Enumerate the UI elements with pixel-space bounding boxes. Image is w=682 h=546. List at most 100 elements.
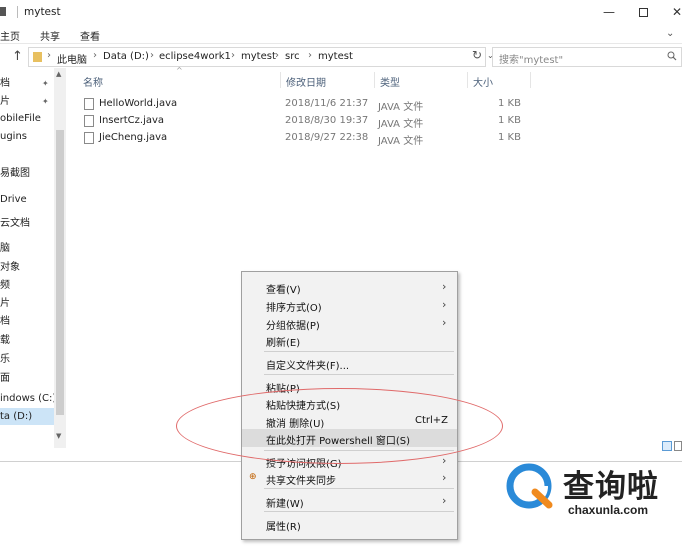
crumb-mytest[interactable]: mytest [241,51,276,62]
nav-item[interactable]: 面 [0,370,54,387]
refresh-button[interactable]: ↻ [472,48,482,62]
maximize-icon [638,8,648,17]
menu-item-label: 分组依据(P) [266,321,320,332]
file-type: JAVA 文件 [378,119,424,130]
close-button[interactable]: ✕ [660,2,682,22]
tab-share[interactable]: 共享 [40,28,60,43]
large-icons-view-button[interactable] [674,441,682,451]
folder-icon [33,52,42,62]
nav-item[interactable]: 频 [0,277,54,294]
column-divider[interactable] [530,72,531,88]
menu-item-customize-folder[interactable]: 自定义文件夹(F)... [242,354,457,372]
search-input[interactable]: 搜索"mytest" [492,47,682,67]
window-title: mytest [24,6,61,18]
scroll-up-icon[interactable]: ▲ [56,70,61,78]
nav-item[interactable]: 脑 [0,240,54,257]
column-header-name[interactable]: 名称 [83,74,103,89]
menu-item-label: 自定义文件夹(F)... [266,361,350,372]
menu-separator [264,511,454,512]
nav-item[interactable]: 对象 [0,259,54,276]
column-divider[interactable] [280,72,281,88]
nav-item-label: 对象 [0,262,20,273]
ribbon-expand-icon[interactable]: ⌄ [666,28,674,39]
crumb-src[interactable]: src [285,51,300,62]
nav-item[interactable]: 载 [0,332,54,349]
crumb-data-drive[interactable]: Data (D:) [103,51,149,62]
nav-item-label: obileFile [0,113,41,124]
address-bar: ↑ › 此电脑 › Data (D:) › eclipse4work1 › my… [0,46,682,68]
nav-item-label: ugins [0,131,28,142]
menu-item-sort-by[interactable]: 排序方式(O) › [242,296,457,314]
nav-item-label: 易截图 [0,168,30,179]
nav-item[interactable]: ta (D:) [0,408,54,425]
search-placeholder: 搜索"mytest" [499,55,564,66]
file-name: InsertCz.java [99,115,165,126]
menu-item-sync-folder[interactable]: ⊕ 共享文件夹同步 › [242,469,457,487]
file-date: 2018/11/6 21:37 [285,98,369,109]
nav-item[interactable]: Drive [0,191,54,208]
nav-item-label: 频 [0,280,10,291]
menu-item-refresh[interactable]: 刷新(E) [242,331,457,349]
menu-item-label: 属性(R) [266,522,301,533]
crumb-this-pc[interactable]: 此电脑 [57,51,87,66]
maximize-button[interactable] [626,2,660,22]
crumb-mytest-current[interactable]: mytest [318,51,353,62]
up-button[interactable]: ↑ [12,49,23,64]
minimize-button[interactable]: — [592,2,626,22]
title-bar: mytest — ✕ [0,0,682,24]
pin-icon[interactable]: ✦ [42,75,49,92]
tab-home[interactable]: 主页 [0,28,20,43]
crumb-eclipse4work1[interactable]: eclipse4work1 [159,51,231,62]
scroll-down-icon[interactable]: ▼ [56,432,61,440]
menu-item-new[interactable]: 新建(W) › [242,492,457,510]
nav-item[interactable]: 档 ✦ [0,75,54,92]
nav-item-label: 片 [0,298,10,309]
crumb-separator: › [150,50,154,61]
pin-icon[interactable]: ✦ [42,93,49,110]
breadcrumb[interactable]: › 此电脑 › Data (D:) › eclipse4work1 › myte… [28,47,494,67]
logo-mark-icon [506,463,553,509]
nav-item[interactable]: 云文档 [0,215,54,232]
file-icon [84,132,94,144]
logo-domain-text: chaxunla.com [568,503,649,517]
menu-item-view[interactable]: 查看(V) › [242,278,457,296]
nav-item[interactable]: obileFile [0,110,54,127]
file-row[interactable]: InsertCz.java 2018/8/30 19:37 JAVA 文件 1 … [80,113,528,130]
nav-item[interactable]: 片 ✦ [0,93,54,110]
nav-item[interactable]: 片 [0,295,54,312]
menu-item-label: 刷新(E) [266,338,301,349]
nav-item[interactable]: 乐 [0,351,54,368]
submenu-arrow-icon: › [442,494,447,507]
nav-item[interactable]: 档 [0,313,54,330]
file-row[interactable]: HelloWorld.java 2018/11/6 21:37 JAVA 文件 … [80,96,528,113]
menu-separator [264,351,454,352]
nav-scrollbar-thumb[interactable] [56,130,64,415]
menu-item-label: 共享文件夹同步 [266,476,336,487]
column-header-size[interactable]: 大小 [473,74,493,89]
highlight-annotation-ellipse [176,388,503,464]
nav-item-label: 脑 [0,243,10,254]
file-row[interactable]: JieCheng.java 2018/9/27 22:38 JAVA 文件 1 … [80,130,528,147]
nav-item-label: 云文档 [0,218,30,229]
nav-item-label: ta (D:) [0,411,33,422]
window-icon [0,7,6,16]
nav-item-label: 载 [0,335,10,346]
file-date: 2018/8/30 19:37 [285,115,369,126]
file-date: 2018/9/27 22:38 [285,132,369,143]
tab-view[interactable]: 查看 [80,28,100,43]
column-divider[interactable] [467,72,468,88]
column-header-type[interactable]: 类型 [380,74,400,89]
column-divider[interactable] [374,72,375,88]
menu-item-group-by[interactable]: 分组依据(P) › [242,314,457,332]
nav-item[interactable]: ugins [0,128,54,145]
watermark-logo: 查询啦 chaxunla.com [505,459,682,525]
column-header-date[interactable]: 修改日期 [286,74,326,89]
details-view-button[interactable] [662,441,672,451]
submenu-arrow-icon: › [442,316,447,329]
nav-item[interactable]: 易截图 [0,165,54,182]
nav-item[interactable]: indows (C:) [0,390,54,407]
search-icon [667,51,677,61]
sort-indicator-icon: ^ [176,66,183,75]
file-type: JAVA 文件 [378,102,424,113]
menu-item-properties[interactable]: 属性(R) [242,515,457,533]
